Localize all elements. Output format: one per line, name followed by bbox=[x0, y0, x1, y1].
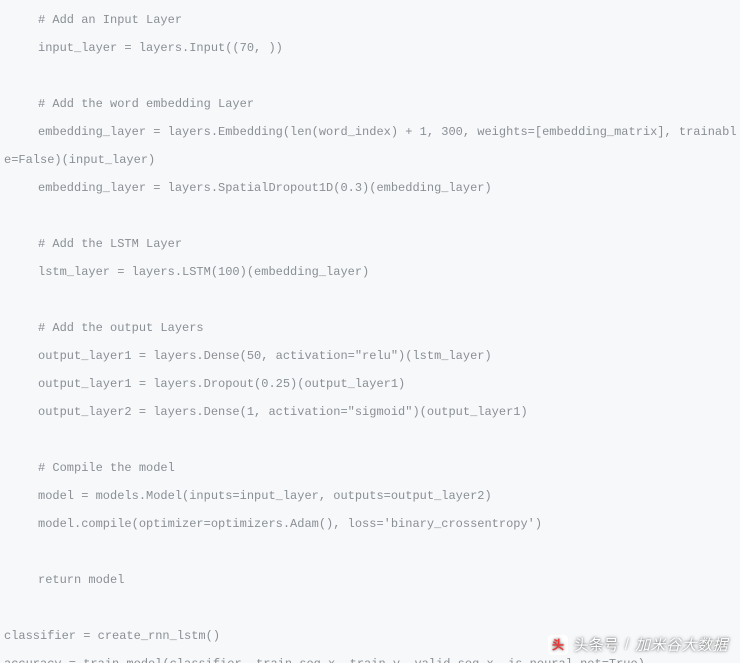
code-block: # Add an Input Layerinput_layer = layers… bbox=[0, 0, 740, 663]
code-line: model = models.Model(inputs=input_layer,… bbox=[0, 482, 740, 510]
code-line: embedding_layer = layers.SpatialDropout1… bbox=[0, 174, 740, 202]
code-line: output_layer1 = layers.Dense(50, activat… bbox=[0, 342, 740, 370]
code-line: return model bbox=[0, 566, 740, 594]
code-line: # Add an Input Layer bbox=[0, 6, 740, 34]
code-line: input_layer = layers.Input((70, )) bbox=[0, 34, 740, 62]
code-line: # Add the LSTM Layer bbox=[0, 230, 740, 258]
code-line: # Compile the model bbox=[0, 454, 740, 482]
code-line bbox=[0, 202, 740, 230]
code-line bbox=[0, 62, 740, 90]
code-line: output_layer2 = layers.Dense(1, activati… bbox=[0, 398, 740, 426]
code-line: accuracy = train_model(classifier, train… bbox=[0, 650, 740, 663]
code-line: # Add the output Layers bbox=[0, 314, 740, 342]
code-line: # Add the word embedding Layer bbox=[0, 90, 740, 118]
code-line: embedding_layer = layers.Embedding(len(w… bbox=[0, 118, 740, 146]
code-line: lstm_layer = layers.LSTM(100)(embedding_… bbox=[0, 258, 740, 286]
code-line: output_layer1 = layers.Dropout(0.25)(out… bbox=[0, 370, 740, 398]
code-line bbox=[0, 426, 740, 454]
code-line bbox=[0, 594, 740, 622]
code-line: model.compile(optimizer=optimizers.Adam(… bbox=[0, 510, 740, 538]
code-line bbox=[0, 286, 740, 314]
code-line: e=False)(input_layer) bbox=[0, 146, 740, 174]
code-line: classifier = create_rnn_lstm() bbox=[0, 622, 740, 650]
code-line bbox=[0, 538, 740, 566]
